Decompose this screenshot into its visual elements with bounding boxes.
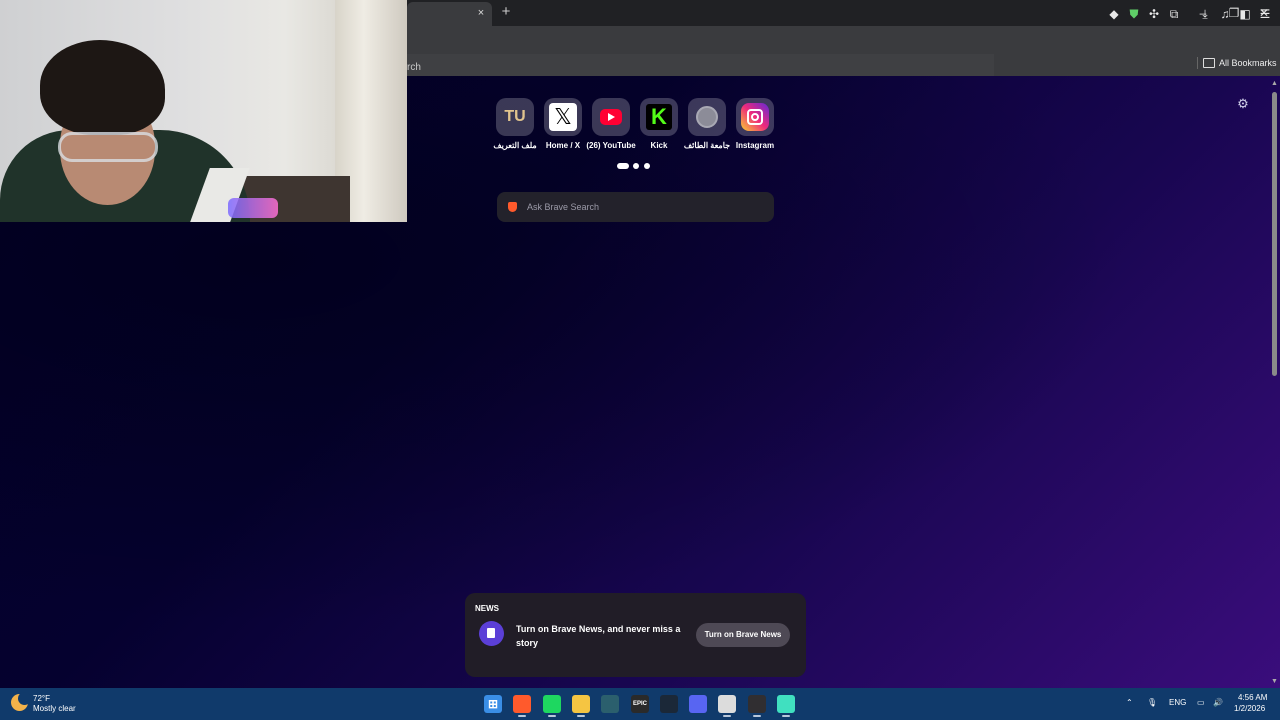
running-indicator bbox=[577, 715, 585, 717]
microphone-icon[interactable]: 🎙 bbox=[1147, 698, 1157, 707]
epic-games-taskbar-icon[interactable]: EPIC bbox=[631, 695, 649, 713]
obs-taskbar-icon[interactable] bbox=[748, 695, 766, 713]
brave-logo-icon bbox=[508, 202, 517, 212]
screenshot-icon[interactable]: ⧉ bbox=[1166, 6, 1182, 22]
top-site-kick[interactable]: K Kick bbox=[632, 98, 686, 150]
all-bookmarks-label[interactable]: All Bookmarks bbox=[1219, 58, 1277, 68]
top-site-profile[interactable]: TU ملف التعريف bbox=[488, 98, 542, 150]
turn-on-news-button[interactable]: Turn on Brave News bbox=[696, 623, 790, 647]
steelseries-taskbar-icon[interactable] bbox=[718, 695, 736, 713]
glasses bbox=[58, 132, 158, 162]
news-heading: NEWS bbox=[475, 604, 499, 613]
top-site-label: (26) YouTube bbox=[586, 141, 636, 150]
bookmarks-divider bbox=[1197, 57, 1198, 69]
folder-icon[interactable] bbox=[1203, 58, 1215, 68]
spotify-taskbar-icon[interactable] bbox=[543, 695, 561, 713]
shield-icon[interactable]: ⛊ bbox=[1126, 6, 1142, 22]
clock-date[interactable]: 1/2/2026 bbox=[1234, 704, 1265, 713]
chevron-up-icon[interactable]: ⌃ bbox=[1126, 698, 1133, 707]
customize-gear-icon[interactable]: ⚙ bbox=[1236, 97, 1250, 111]
media-icon[interactable]: ♫ bbox=[1217, 6, 1233, 22]
tab-close-icon[interactable]: × bbox=[474, 6, 488, 20]
moon-icon bbox=[18, 692, 31, 705]
sidebar-icon[interactable]: ◧ bbox=[1237, 6, 1253, 22]
running-indicator bbox=[753, 715, 761, 717]
running-indicator bbox=[782, 715, 790, 717]
top-site-label: ملف التعريف bbox=[493, 141, 537, 150]
news-promo-text: Turn on Brave News, and never miss a sto… bbox=[516, 624, 681, 648]
pager-dot-active[interactable] bbox=[617, 163, 629, 169]
vpn-icon[interactable]: ◆ bbox=[1106, 6, 1122, 22]
pager-dot[interactable] bbox=[644, 163, 650, 169]
discord-taskbar-icon[interactable] bbox=[689, 695, 707, 713]
globe-icon bbox=[696, 106, 718, 128]
new-tab-button[interactable]: + bbox=[498, 4, 514, 20]
volume-icon[interactable]: 🔊 bbox=[1213, 698, 1223, 707]
downloads-icon[interactable]: ⤓ bbox=[1197, 6, 1213, 22]
running-indicator bbox=[548, 715, 556, 717]
x-icon: 𝕏 bbox=[549, 103, 577, 131]
top-site-label: Instagram bbox=[735, 141, 775, 150]
kick-icon: K bbox=[646, 104, 672, 130]
tu-icon: TU bbox=[504, 108, 526, 125]
running-indicator bbox=[723, 715, 731, 717]
network-icon[interactable]: ▭ bbox=[1197, 698, 1205, 707]
weather-description[interactable]: Mostly clear bbox=[33, 704, 76, 713]
extensions-icon[interactable]: ✣ bbox=[1146, 6, 1162, 22]
top-site-youtube[interactable]: (26) YouTube bbox=[584, 98, 638, 150]
instagram-icon bbox=[741, 103, 769, 131]
top-site-label: جامعة الطائف bbox=[683, 141, 731, 150]
scrollbar-thumb[interactable] bbox=[1272, 92, 1277, 376]
top-site-label: Kick bbox=[650, 141, 668, 150]
file-explorer-taskbar-icon[interactable] bbox=[572, 695, 590, 713]
person-hair bbox=[40, 40, 165, 135]
davinci-taskbar-icon[interactable] bbox=[601, 695, 619, 713]
top-site-university[interactable]: جامعة الطائف bbox=[680, 98, 734, 150]
language-indicator[interactable]: ENG bbox=[1169, 698, 1186, 707]
weather-temperature[interactable]: 72°F bbox=[33, 694, 50, 703]
top-site-label: Home / X bbox=[545, 141, 581, 150]
running-indicator bbox=[518, 715, 526, 717]
youtube-icon bbox=[600, 109, 622, 125]
scroll-down-arrow[interactable]: ▼ bbox=[1271, 678, 1278, 685]
clock-time[interactable]: 4:56 AM bbox=[1238, 693, 1267, 702]
scroll-up-arrow[interactable]: ▲ bbox=[1271, 80, 1278, 87]
top-site-instagram[interactable]: Instagram bbox=[728, 98, 782, 150]
brave-taskbar-icon[interactable] bbox=[513, 695, 531, 713]
rgb-light bbox=[228, 198, 278, 218]
steam-taskbar-icon[interactable] bbox=[660, 695, 678, 713]
address-suggestion[interactable]: rch bbox=[407, 62, 421, 73]
app-taskbar-icon[interactable] bbox=[777, 695, 795, 713]
webcam-overlay bbox=[0, 0, 407, 222]
menu-icon[interactable]: ☰ bbox=[1257, 6, 1273, 22]
news-icon bbox=[479, 621, 504, 646]
pager-dot[interactable] bbox=[633, 163, 639, 169]
search-placeholder[interactable]: Ask Brave Search bbox=[527, 202, 599, 212]
start-button[interactable]: ⊞ bbox=[484, 695, 502, 713]
top-site-x[interactable]: 𝕏 Home / X bbox=[536, 98, 590, 150]
